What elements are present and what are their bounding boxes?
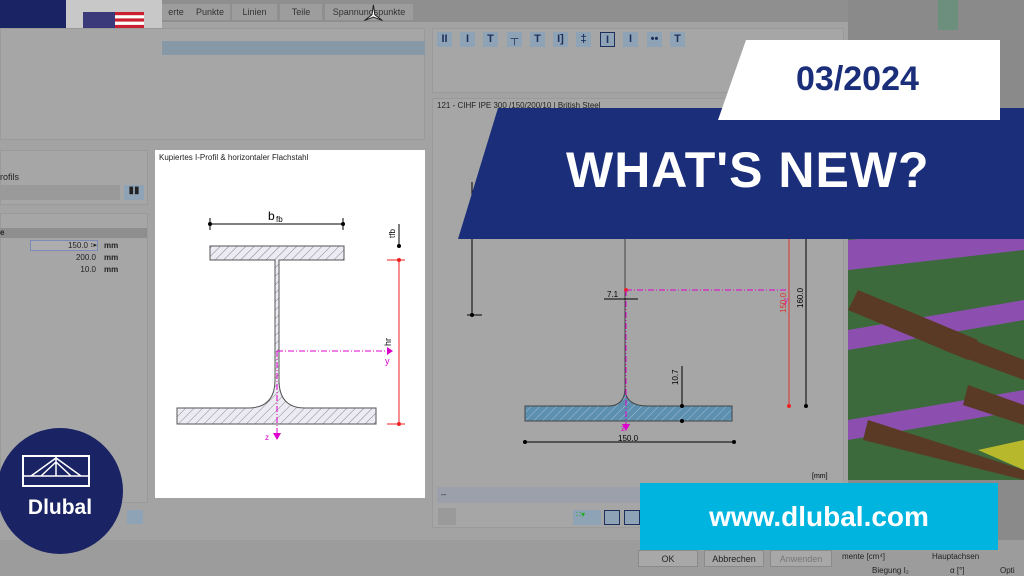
profile-type-button[interactable]: T <box>530 32 545 47</box>
profile-type-button[interactable]: ┬ <box>507 32 522 47</box>
logo-text: Dlubal <box>27 496 93 519</box>
profile-input[interactable] <box>0 185 120 200</box>
tab-punkte[interactable]: Punkte <box>190 4 230 20</box>
i-profile-drawing: b fb tfb hr y z <box>176 209 405 442</box>
bfb-sub: fb <box>276 215 283 224</box>
release-date: 03/2024 <box>796 60 919 98</box>
section-label: rofils <box>0 172 20 182</box>
sketch-title: Kupiertes I-Profil & horizontaler Flachs… <box>159 153 309 162</box>
spinner-icon[interactable]: ↕▸ <box>90 241 97 249</box>
column-header-principal-axes: Hauptachsen <box>932 552 980 561</box>
table-tool-icon[interactable] <box>127 510 143 524</box>
parameter-table: 150.0 ↕▸ mm 200.0 mm 10.0 mm <box>0 239 148 279</box>
z-axis-label: z <box>621 424 625 433</box>
cell-unit: mm <box>104 265 119 274</box>
tab-linien[interactable]: Linien <box>232 4 277 20</box>
width-dim: 150.0 <box>618 434 639 443</box>
ok-button[interactable]: OK <box>638 550 698 567</box>
profile-type-button[interactable]: T <box>670 32 685 47</box>
bfb-label: b <box>268 209 275 223</box>
grid-dropdown[interactable]: ∷▾ <box>573 510 601 525</box>
profile-type-button[interactable]: I] <box>553 32 568 47</box>
tab-teile[interactable]: Teile <box>280 4 322 20</box>
section-tool-icon[interactable] <box>438 508 456 525</box>
tfb-label: tfb <box>388 229 397 238</box>
table-header: e <box>0 228 147 238</box>
dlubal-logo: Dlubal <box>0 428 123 554</box>
y-axis-label: y <box>385 356 390 366</box>
web-thickness-label: 7.1 <box>607 290 619 299</box>
cell-unit: mm <box>104 241 119 250</box>
z-axis-label: z <box>265 433 269 442</box>
library-book-icon[interactable]: ▮▮ <box>124 185 144 200</box>
cell-unit: mm <box>104 253 119 262</box>
profile-type-button[interactable]: ‡ <box>576 32 591 47</box>
print-icon[interactable] <box>604 510 620 525</box>
cell-value: 150.0 <box>67 241 88 250</box>
cell-value: 200.0 <box>75 253 96 262</box>
website-link[interactable]: www.dlubal.com <box>640 483 998 550</box>
profile-type-button[interactable]: II <box>437 32 452 47</box>
apply-button[interactable]: Anwenden <box>770 550 832 567</box>
column-header-moments: mente [cm⁴] <box>842 552 886 561</box>
column-subheader: Biegung I₂ <box>872 566 909 575</box>
profile-sketch: Kupiertes I-Profil & horizontaler Flachs… <box>155 150 425 498</box>
column-header-options: Opti <box>1000 566 1015 575</box>
cell-value: 10.0 <box>80 265 96 274</box>
hr-label: hr <box>383 338 393 346</box>
unit-label: [mm] <box>812 473 828 480</box>
profile-type-button[interactable]: I <box>623 32 638 47</box>
profile-type-button[interactable]: T <box>483 32 498 47</box>
selected-row[interactable] <box>162 41 425 55</box>
profile-type-button[interactable]: •• <box>647 32 662 47</box>
headline: WHAT'S NEW? <box>566 142 930 198</box>
cancel-button[interactable]: Abbrechen <box>704 550 764 567</box>
column-subheader: α [°] <box>950 566 965 575</box>
flange-thickness-label: 10.7 <box>671 369 680 385</box>
height-dim-2: 160.0 <box>796 287 805 308</box>
tab-werte[interactable]: erte <box>160 4 192 20</box>
mouse-cursor-icon: 🟀 <box>363 0 385 28</box>
profile-type-button[interactable]: I <box>460 32 475 47</box>
height-dim-1: 150.0 <box>779 292 788 313</box>
profile-type-button-selected[interactable]: I <box>600 32 615 47</box>
bridge-logo-icon <box>22 455 90 487</box>
export-icon[interactable] <box>624 510 640 525</box>
